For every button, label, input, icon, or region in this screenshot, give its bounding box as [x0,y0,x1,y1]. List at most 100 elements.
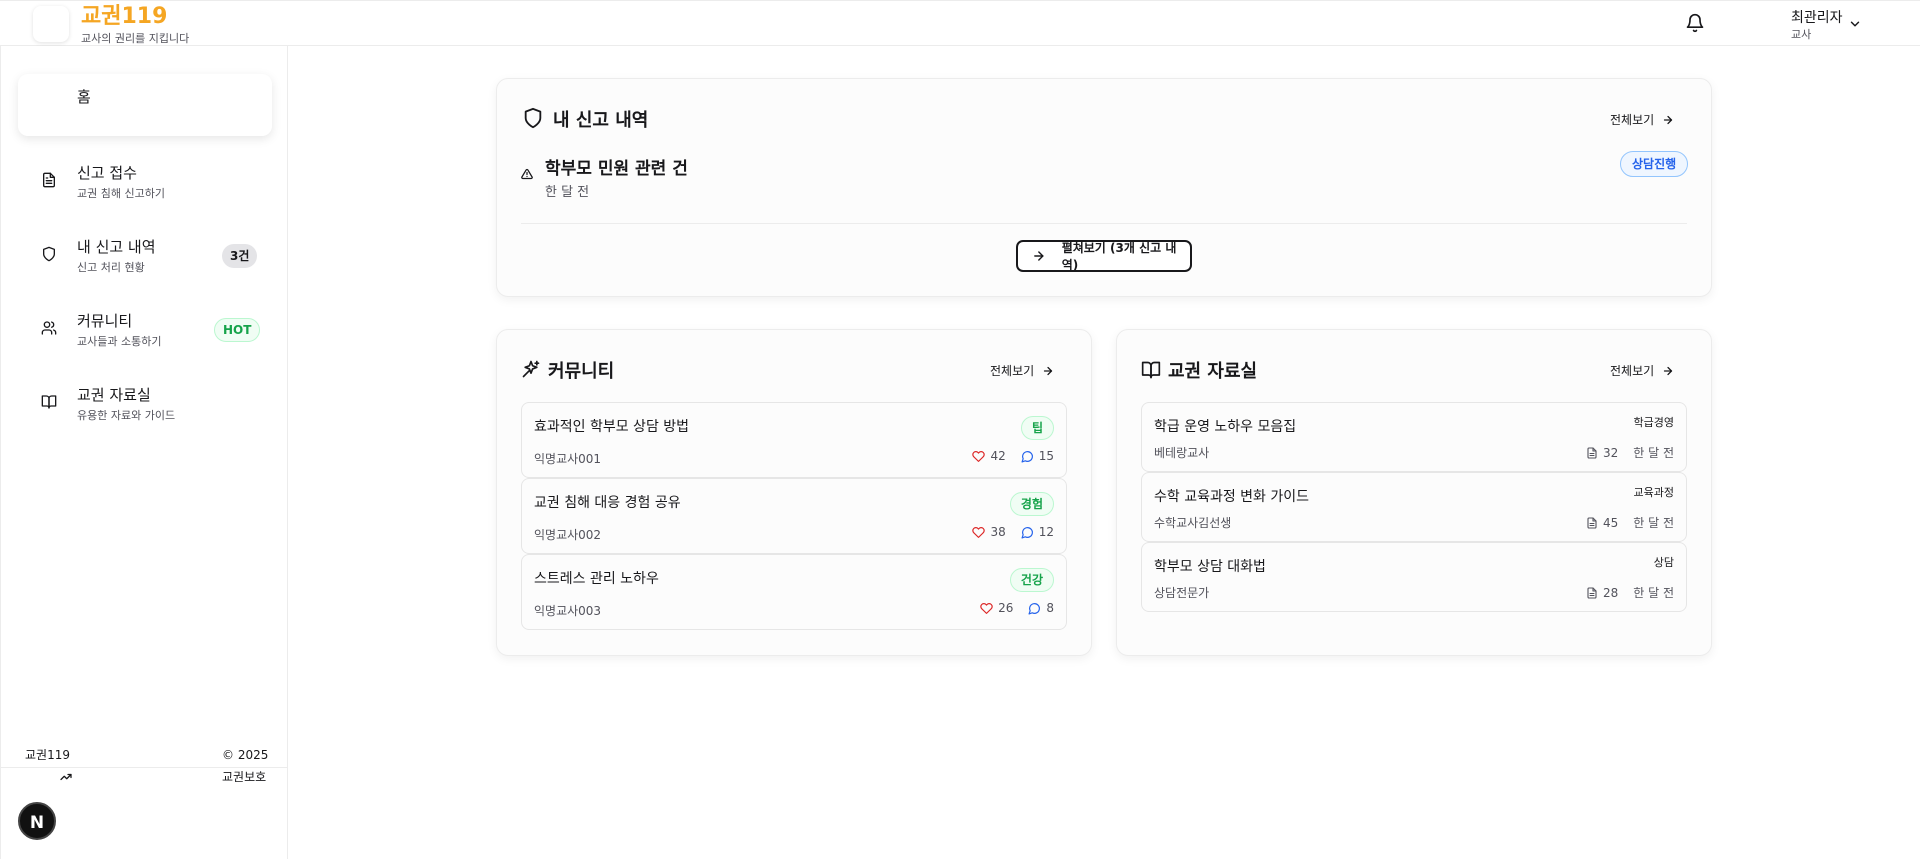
doc-title: 수학 교육과정 변화 가이드 [1154,489,1310,505]
post-stats: 26 8 [980,601,1054,615]
doc-count: 45 [1602,515,1619,530]
logo-mark[interactable] [33,6,69,42]
doc-count: 28 [1602,585,1619,600]
view-all-label: 전체보기 [1610,113,1655,127]
divider [521,223,1687,224]
arrow-right-icon [1664,366,1673,375]
report-item-title[interactable]: 학부모 민원 관련 건 [545,154,688,179]
community-view-all-button[interactable]: 전체보기 [990,362,1054,379]
sidebar-item-label: 교권 자료실 [77,386,151,404]
user-role: 교사 [1791,28,1812,41]
doc-title: 학부모 상담 대화법 [1154,559,1266,575]
library-doc-row[interactable]: 학급 운영 노하우 모음집 학급경영 베테랑교사 32 한 달 전 [1141,402,1687,472]
view-all-label: 전체보기 [990,364,1035,378]
message-circle-icon [1021,526,1033,539]
doc-time: 한 달 전 [1633,516,1674,530]
library-title: 교권 자료실 [1168,361,1258,382]
likes-count: 26 [998,601,1014,615]
post-stats: 38 12 [972,525,1054,539]
library-doc-row[interactable]: 수학 교육과정 변화 가이드 교육과정 수학교사김선생 45 한 달 전 [1141,472,1687,542]
sidebar-item-sublabel: 교사들과 소통하기 [77,335,162,348]
doc-category: 상담 [1653,556,1674,569]
user-name[interactable]: 최관리자 [1791,7,1843,27]
sidebar-item-sublabel: 유용한 자료와 가이드 [77,409,176,422]
count-badge: 3건 [222,244,258,268]
post-author: 익명교사003 [534,604,602,618]
sidebar-item-home[interactable]: 홈 [18,74,272,136]
app-header: 교권119 교사의 권리를 지킵니다 최관리자 교사 [0,0,1920,46]
book-open-icon [41,394,57,410]
doc-title: 학급 운영 노하우 모음집 [1154,419,1297,435]
arrow-right-icon [1034,251,1044,261]
message-circle-icon [1028,602,1041,615]
file-text-icon [1587,586,1597,599]
alert-triangle-icon [521,168,533,180]
footer-copyright: © 2025 [222,748,269,762]
footer-org: 교권보호 [222,770,267,784]
doc-author: 수학교사김선생 [1154,516,1232,530]
sidebar-item-report[interactable]: 신고 접수 교권 침해 신고하기 [18,156,272,216]
sidebar-item-label: 내 신고 내역 [77,238,156,256]
sidebar-item-sublabel: 신고 처리 현황 [77,261,145,274]
shield-icon [522,107,544,129]
heart-icon [980,602,993,614]
doc-stats: 28 한 달 전 [1586,584,1674,601]
view-all-label: 전체보기 [1610,364,1655,378]
doc-category: 교육과정 [1633,486,1674,499]
doc-category: 학급경영 [1633,416,1674,429]
community-post-row[interactable]: 효과적인 학부모 상담 방법 팁 익명교사001 42 15 [521,402,1067,478]
status-badge: 상담진행 [1620,151,1689,177]
comments-count: 8 [1046,601,1054,615]
book-open-icon [1141,360,1161,380]
bell-icon[interactable] [1685,13,1705,33]
post-author: 익명교사001 [534,452,602,466]
library-doc-row[interactable]: 학부모 상담 대화법 상담 상담전문가 28 한 달 전 [1141,542,1687,612]
sidebar-item-sublabel: 교권 침해 신고하기 [77,187,165,200]
message-circle-icon [1021,450,1033,463]
expand-label: 펼쳐보기 (3개 신고 내역) [1061,241,1177,272]
post-tag: 경험 [1009,492,1054,516]
post-author: 익명교사002 [534,528,602,542]
sidebar-item-library[interactable]: 교권 자료실 유용한 자료와 가이드 [18,378,272,438]
community-title: 커뮤니티 [548,361,615,382]
arrow-right-icon [1044,366,1053,375]
post-tag: 건강 [1009,568,1054,592]
comments-count: 15 [1038,449,1054,463]
sidebar-item-my-reports[interactable]: 내 신고 내역 신고 처리 현황 3건 [18,230,272,290]
sparkles-icon [521,359,541,379]
trending-up-icon [60,771,72,783]
reports-view-all-button[interactable]: 전체보기 [1610,111,1674,128]
sidebar-item-label: 커뮤니티 [77,312,133,330]
doc-stats: 45 한 달 전 [1586,514,1674,531]
post-title: 효과적인 학부모 상담 방법 [534,419,690,435]
library-view-all-button[interactable]: 전체보기 [1610,362,1674,379]
file-text-icon [1587,516,1597,529]
doc-stats: 32 한 달 전 [1586,444,1674,461]
sidebar-item-label: 신고 접수 [77,164,137,182]
chevron-down-icon[interactable] [1848,17,1862,31]
avatar[interactable]: N [18,802,56,840]
community-post-row[interactable]: 교권 침해 대응 경험 공유 경험 익명교사002 38 12 [521,478,1067,554]
logo-title[interactable]: 교권119 [81,4,167,30]
doc-time: 한 달 전 [1633,586,1674,600]
doc-time: 한 달 전 [1633,446,1674,460]
post-tag: 팁 [1020,416,1054,440]
post-stats: 42 15 [972,449,1054,463]
sidebar-item-label: 홈 [77,88,91,106]
likes-count: 42 [990,449,1006,463]
footer-brand: 교권119 [25,748,70,762]
shield-icon [41,246,57,262]
comments-count: 12 [1038,525,1054,539]
reports-title: 내 신고 내역 [553,110,649,131]
expand-reports-button[interactable]: 펼쳐보기 (3개 신고 내역) [1016,240,1192,272]
community-post-row[interactable]: 스트레스 관리 노하우 건강 익명교사003 26 8 [521,554,1067,630]
post-title: 스트레스 관리 노하우 [534,571,659,587]
heart-icon [972,526,986,538]
file-text-icon [41,172,57,188]
hot-badge: HOT [214,318,261,342]
arrow-right-icon [1664,115,1673,124]
sidebar: 홈 신고 접수 교권 침해 신고하기 내 신고 내역 신고 처리 현황 3건 커… [0,46,288,859]
sidebar-item-community[interactable]: 커뮤니티 교사들과 소통하기 HOT [18,304,272,364]
doc-author: 베테랑교사 [1154,446,1210,460]
logo-subtitle: 교사의 권리를 지킵니다 [81,32,190,45]
